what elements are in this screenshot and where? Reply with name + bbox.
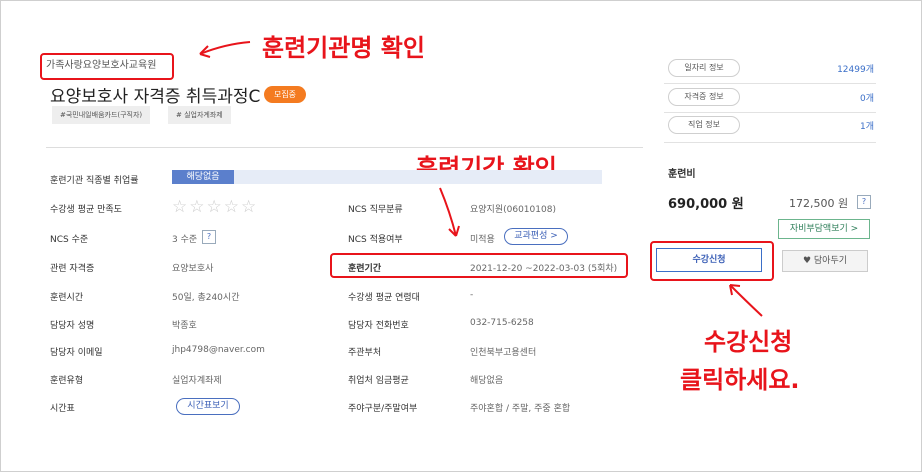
hours-value: 50일, 총240시간 <box>172 293 240 303</box>
label-manager-phone: 담당자 전화번호 <box>348 321 409 331</box>
manager-name-value: 박종호 <box>172 321 197 331</box>
employment-rate-value: 해당없음 <box>172 170 234 184</box>
wishlist-label: 담아두기 <box>813 256 848 266</box>
employment-rate-bar <box>172 170 602 184</box>
tag-card: #국민내일배움카드(구직자) <box>52 106 151 124</box>
day-type-value: 주야혼합 / 주말, 주중 혼합 <box>470 404 571 414</box>
fee-help-icon[interactable]: ? <box>857 195 871 209</box>
label-hours: 훈련시간 <box>50 293 84 303</box>
ncs-applied-value: 미적용 <box>470 235 495 245</box>
department-value: 인천북부고용센터 <box>470 348 537 358</box>
ncs-level-value: 3 수준 <box>172 235 198 245</box>
label-manager-email: 담당자 이메일 <box>50 348 103 358</box>
manager-phone-value: 032-715-6258 <box>470 318 534 328</box>
manager-email-value: jhp4798@naver.com <box>172 345 265 355</box>
arrow-icon <box>439 187 457 237</box>
timetable-button[interactable]: 시간표보기 <box>176 398 240 415</box>
certificate-value: 요양보호사 <box>172 264 214 274</box>
status-badge: 모집중 <box>264 86 306 103</box>
divider <box>46 147 643 148</box>
ncs-level-help-icon[interactable]: ? <box>202 230 216 244</box>
course-title: 요양보호사 자격증 취득과정C <box>50 87 261 107</box>
label-day-type: 주야구분/주말여부 <box>348 404 418 414</box>
label-training-type: 훈련유형 <box>50 376 84 386</box>
label-ncs-category: NCS 직무분류 <box>348 205 403 215</box>
fee-label: 훈련비 <box>668 169 696 180</box>
divider <box>664 112 876 113</box>
certificate-info-link[interactable]: 자격증 정보 <box>668 88 740 106</box>
label-avg-age: 수강생 평균 연령대 <box>348 293 420 303</box>
subsidy-button[interactable]: 자비부담액보기 > <box>778 219 870 239</box>
training-type-value: 실업자계좌제 <box>172 376 222 386</box>
label-period: 훈련기간 <box>348 264 382 274</box>
wage-value: 해당없음 <box>470 376 504 386</box>
star-rating: ☆☆☆☆☆ <box>172 197 259 217</box>
certificate-info-count[interactable]: 0개 <box>814 91 874 104</box>
heart-icon: ♥ <box>802 256 812 266</box>
divider <box>664 142 876 143</box>
curriculum-button[interactable]: 교과편성 > <box>504 228 568 245</box>
tag-account: # 실업자계좌제 <box>168 106 231 124</box>
label-department: 주관부처 <box>348 348 382 358</box>
occupation-info-link[interactable]: 직업 정보 <box>668 116 740 134</box>
label-employment-rate: 훈련기관 직종별 취업률 <box>50 176 139 186</box>
label-wage: 취업처 임금평균 <box>348 376 409 386</box>
label-manager-name: 담당자 성명 <box>50 321 95 331</box>
label-timetable: 시간표 <box>50 404 75 414</box>
institution-name[interactable]: 가족사랑요양보호사교육원 <box>46 56 156 71</box>
apply-button[interactable]: 수강신청 <box>656 248 762 272</box>
arrow-icon <box>199 41 251 55</box>
period-value: 2021-12-20 ~2022-03-03 (5회차) <box>470 264 618 274</box>
ncs-category-value: 요양지원(06010108) <box>470 205 556 215</box>
self-pay-amount: 172,500 원 <box>789 197 849 210</box>
occupation-info-count[interactable]: 1개 <box>814 119 874 132</box>
job-info-count[interactable]: 12499개 <box>814 62 874 75</box>
wishlist-button[interactable]: ♥ 담아두기 <box>782 250 868 272</box>
job-info-link[interactable]: 일자리 정보 <box>668 59 740 77</box>
label-ncs-applied: NCS 적용여부 <box>348 235 403 245</box>
arrow-icon <box>729 284 763 317</box>
label-satisfaction: 수강생 평균 만족도 <box>50 205 122 215</box>
divider <box>664 83 876 84</box>
fee-amount: 690,000 원 <box>668 197 744 212</box>
label-certificate: 관련 자격증 <box>50 264 95 274</box>
label-ncs-level: NCS 수준 <box>50 235 89 245</box>
avg-age-value: - <box>470 290 474 300</box>
